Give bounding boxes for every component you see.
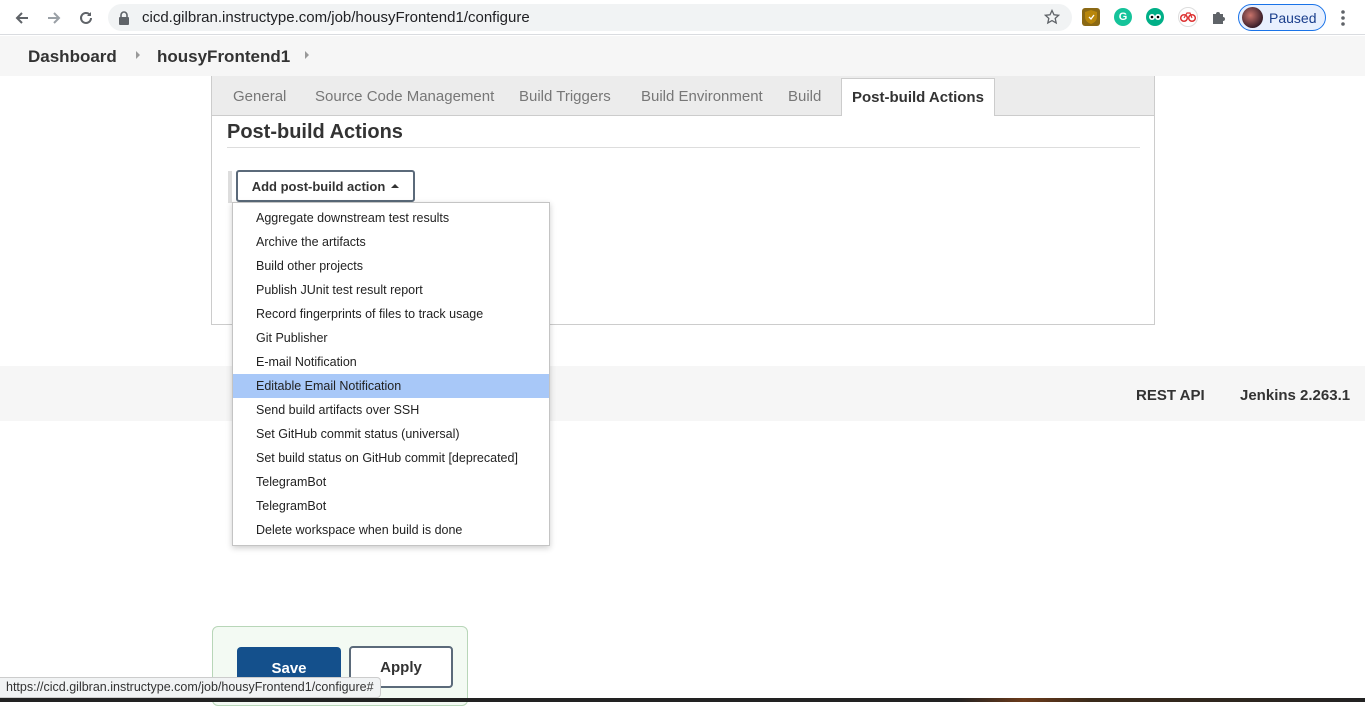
section-title: Post-build Actions — [227, 121, 403, 143]
breadcrumb-job[interactable]: housyFrontend1 — [157, 47, 290, 67]
forward-arrow-icon[interactable] — [43, 7, 65, 29]
menu-item[interactable]: Archive the artifacts — [233, 230, 549, 254]
menu-item[interactable]: Build other projects — [233, 254, 549, 278]
tripadvisor-icon[interactable] — [1146, 8, 1164, 26]
menu-item-highlighted[interactable]: Editable Email Notification — [233, 374, 549, 398]
menu-item[interactable]: TelegramBot — [233, 470, 549, 494]
puzzle-icon[interactable] — [1210, 8, 1228, 26]
menu-item[interactable]: Delete workspace when build is done — [233, 518, 549, 542]
menu-item[interactable]: Record fingerprints of files to track us… — [233, 302, 549, 326]
breadcrumb: Dashboard housyFrontend1 — [0, 36, 1365, 76]
page-footer: REST API Jenkins 2.263.1 — [0, 366, 1365, 421]
caret-up-icon — [391, 184, 400, 188]
tab-source-code-management[interactable]: Source Code Management — [315, 88, 494, 105]
menu-item[interactable]: Aggregate downstream test results — [233, 206, 549, 230]
more-menu-icon[interactable] — [1336, 8, 1350, 28]
section-indent-bar — [228, 171, 232, 203]
cycling-extension-icon[interactable] — [1178, 7, 1198, 27]
config-tabs: General Source Code Management Build Tri… — [212, 76, 1154, 116]
back-arrow-icon[interactable] — [11, 7, 33, 29]
lock-icon — [118, 11, 130, 30]
menu-item[interactable]: Send build artifacts over SSH — [233, 398, 549, 422]
rest-api-link[interactable]: REST API — [1136, 387, 1205, 404]
profile-button[interactable]: Paused — [1238, 4, 1326, 31]
url-text: cicd.gilbran.instructype.com/job/housyFr… — [142, 9, 530, 26]
add-post-build-action-button[interactable]: Add post-build action — [236, 170, 415, 202]
avatar — [1242, 7, 1263, 28]
tab-post-build-actions[interactable]: Post-build Actions — [841, 78, 995, 116]
add-post-build-action-label: Add post-build action — [251, 178, 386, 194]
menu-item[interactable]: Git Publisher — [233, 326, 549, 350]
tab-build-environment[interactable]: Build Environment — [641, 88, 763, 105]
menu-item[interactable]: Set build status on GitHub commit [depre… — [233, 446, 549, 470]
chevron-right-icon[interactable] — [136, 51, 140, 59]
tab-build-triggers[interactable]: Build Triggers — [519, 88, 611, 105]
menu-item[interactable]: TelegramBot — [233, 494, 549, 518]
browser-toolbar: cicd.gilbran.instructype.com/job/housyFr… — [0, 0, 1365, 35]
tab-general[interactable]: General — [233, 88, 286, 105]
breadcrumb-dashboard[interactable]: Dashboard — [28, 47, 117, 67]
reload-icon[interactable] — [75, 7, 97, 29]
menu-item[interactable]: E-mail Notification — [233, 350, 549, 374]
menu-item[interactable]: Publish JUnit test result report — [233, 278, 549, 302]
link-status-bubble: https://cicd.gilbran.instructype.com/job… — [0, 677, 381, 698]
bookmark-star-icon[interactable] — [1043, 8, 1061, 30]
jenkins-version-link[interactable]: Jenkins 2.263.1 — [1240, 387, 1350, 404]
divider — [227, 147, 1140, 148]
grammarly-icon[interactable]: G — [1114, 8, 1132, 26]
post-build-action-menu: Aggregate downstream test results Archiv… — [232, 202, 550, 546]
menu-item[interactable]: Set GitHub commit status (universal) — [233, 422, 549, 446]
tab-build[interactable]: Build — [788, 88, 821, 105]
desktop-strip — [0, 698, 1365, 702]
profile-label: Paused — [1269, 10, 1317, 26]
chevron-right-icon[interactable] — [305, 51, 309, 59]
address-bar[interactable]: cicd.gilbran.instructype.com/job/housyFr… — [108, 4, 1072, 31]
shield-extension-icon[interactable] — [1082, 8, 1100, 26]
